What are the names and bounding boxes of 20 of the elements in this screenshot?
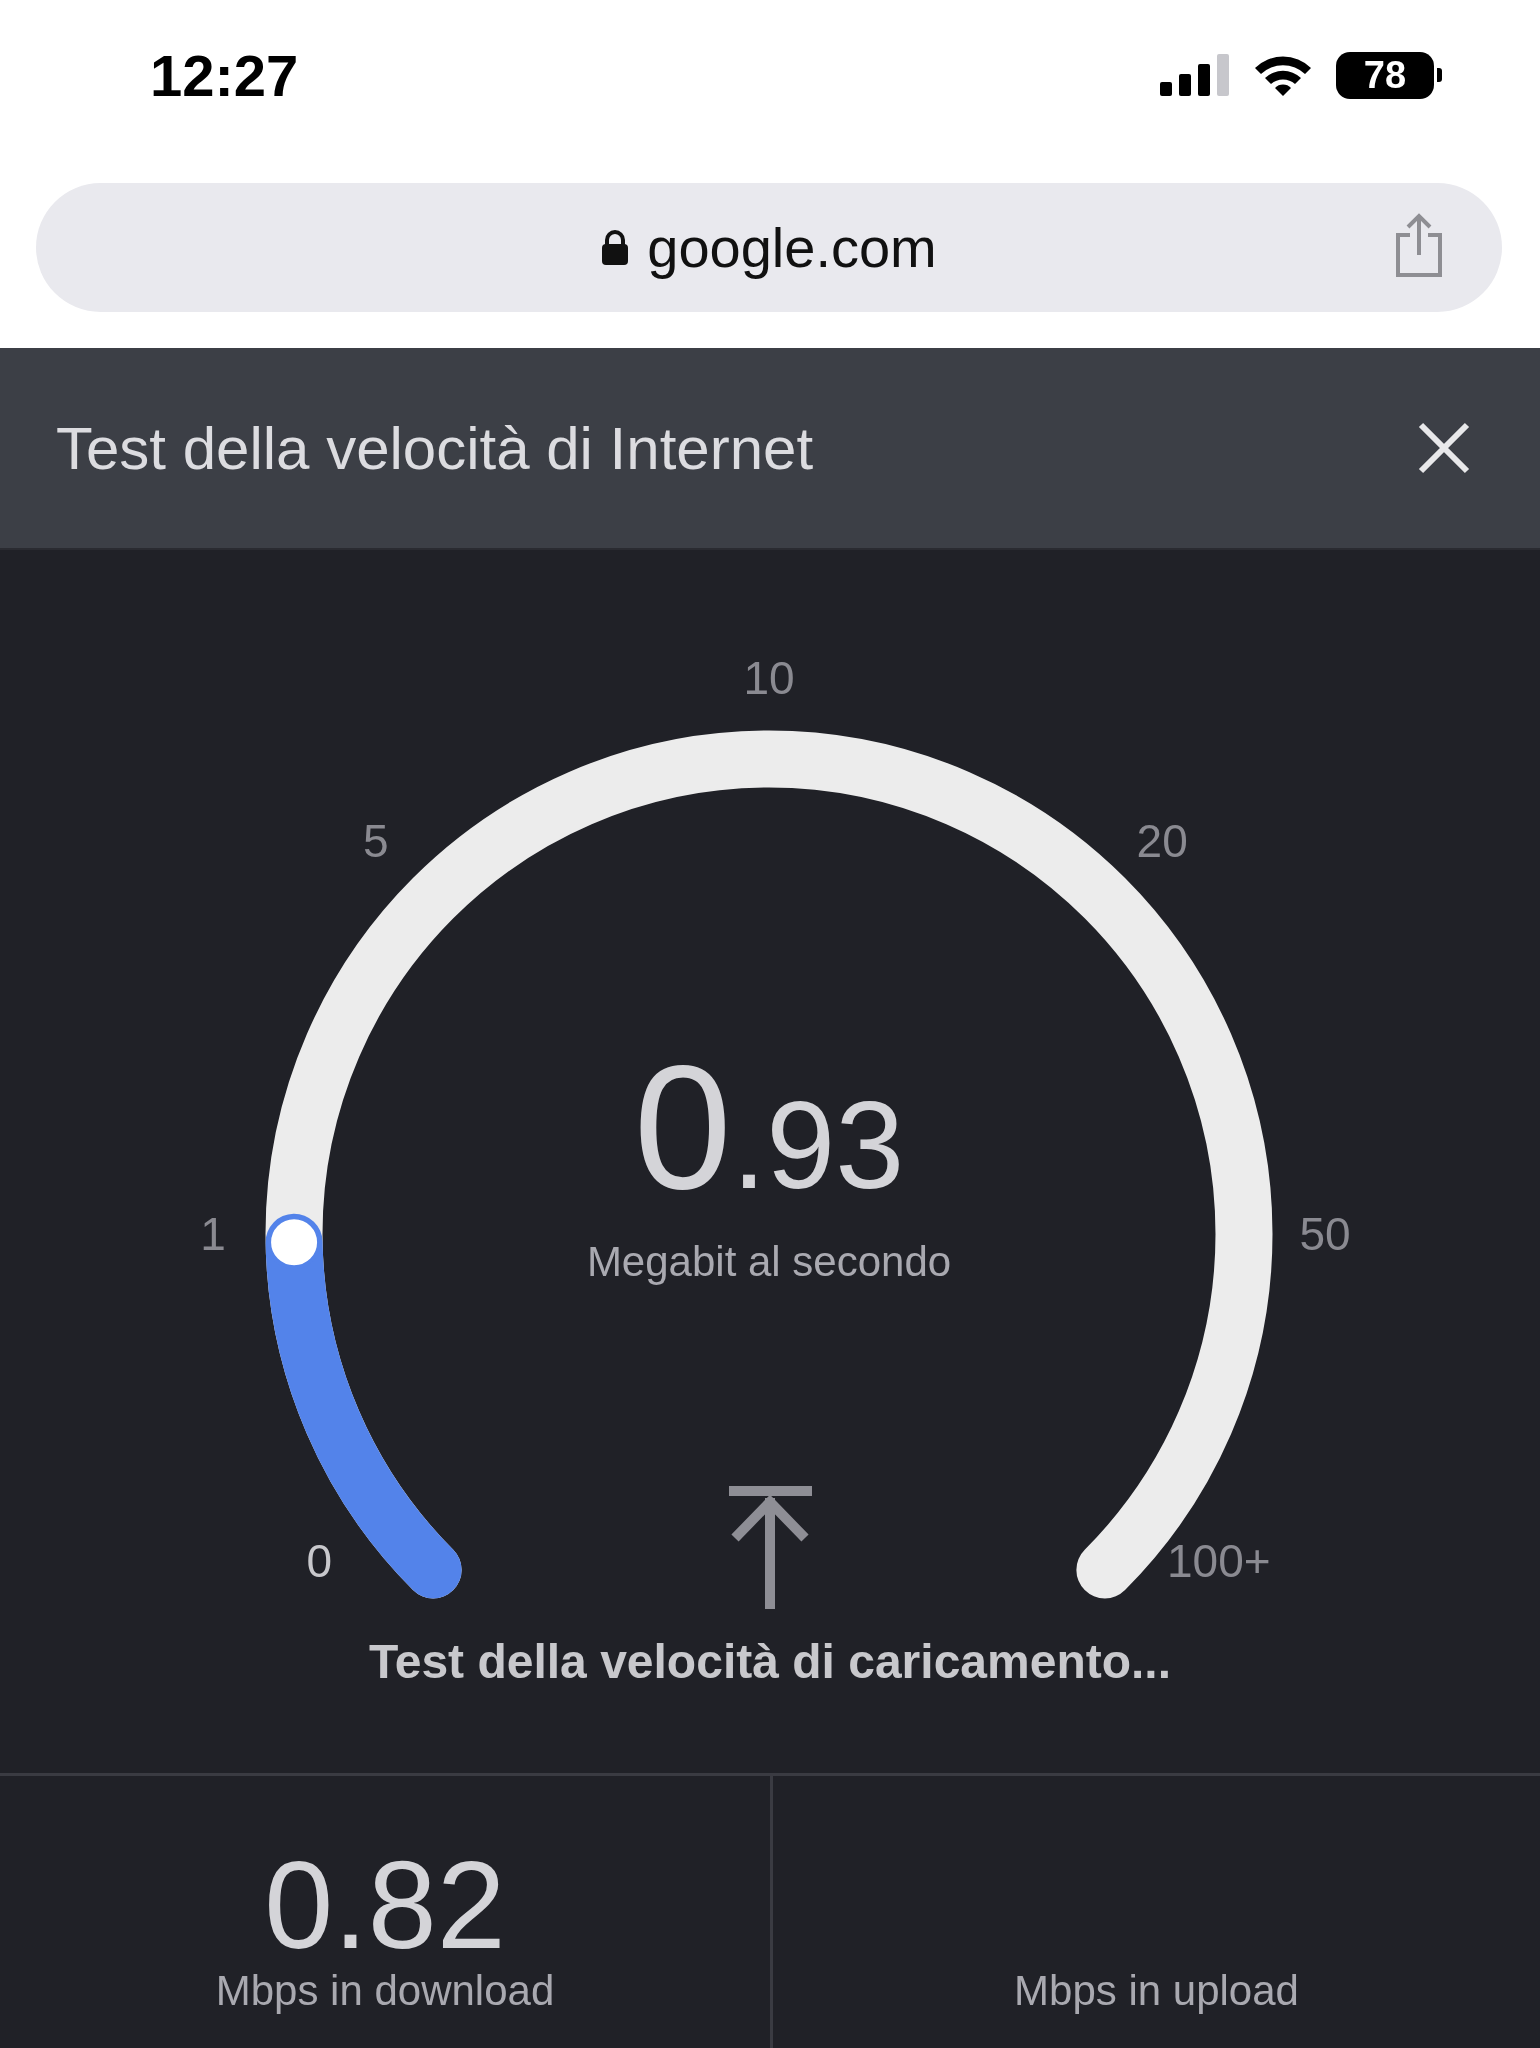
scale-label: 0: [306, 1534, 332, 1587]
scale-label: 1: [200, 1208, 226, 1260]
url-text: google.com: [647, 215, 937, 280]
scale-label: 100+: [1167, 1534, 1271, 1587]
close-icon[interactable]: [1418, 422, 1470, 474]
scale-label: 50: [1299, 1208, 1351, 1260]
scale-label: 10: [743, 652, 795, 704]
status-text: Test della velocità di caricamento...: [367, 1634, 1173, 1689]
lock-icon: [601, 229, 630, 266]
signal-icon: [1160, 54, 1230, 96]
result-label: Mbps in download: [215, 1967, 555, 2015]
speed-result: 0.82: [264, 1843, 506, 1967]
scale-label: 5: [363, 814, 389, 867]
speed-value: 0.93: [633, 1029, 905, 1225]
unit-label: Megabit al secondo: [586, 1238, 952, 1285]
scale-label: 20: [1136, 814, 1188, 867]
address-bar[interactable]: google.com: [36, 183, 1502, 312]
dialog-title: Test della velocità di Internet: [56, 413, 815, 483]
result-label: Mbps in upload: [1014, 1967, 1299, 2015]
clock-time: 12:27: [150, 41, 300, 109]
